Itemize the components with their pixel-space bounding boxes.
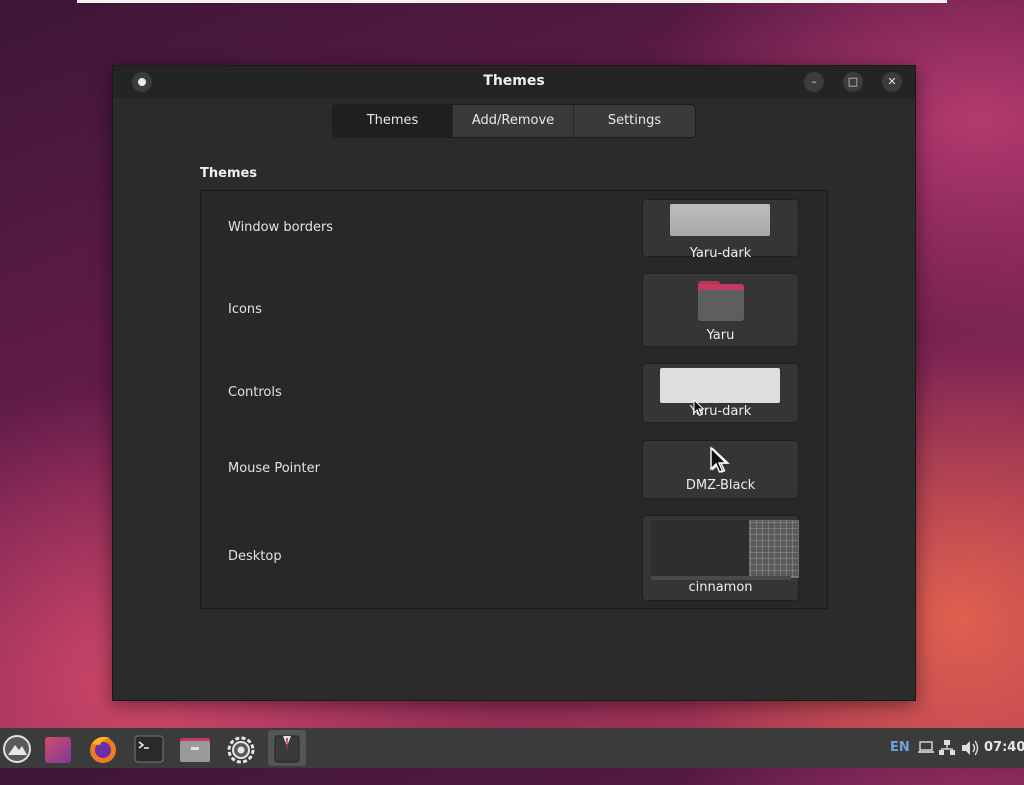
themes-app-icon: [274, 735, 300, 763]
keyboard-layout[interactable]: EN: [890, 728, 910, 768]
section-title: Themes: [200, 166, 258, 181]
small-pointer-icon: [693, 399, 705, 417]
file-manager-icon: [180, 738, 210, 762]
settings-icon: [227, 736, 255, 764]
themes-app-button[interactable]: [268, 730, 306, 766]
tab-switcher: Themes Add/Remove Settings: [332, 104, 696, 138]
minimize-button[interactable]: –: [804, 72, 824, 92]
tab-themes[interactable]: Themes: [333, 105, 453, 137]
controls-button[interactable]: Yaru-dark: [642, 363, 799, 423]
settings-button[interactable]: [222, 730, 260, 766]
terminal-icon: [134, 735, 164, 763]
tab-settings[interactable]: Settings: [574, 105, 695, 137]
row-label-mouse-pointer: Mouse Pointer: [228, 461, 320, 476]
taskbar: EN 07:40: [0, 728, 1024, 768]
maximize-icon: □: [847, 75, 859, 88]
maximize-button[interactable]: □: [843, 72, 863, 92]
themes-list: Window borders Yaru-dark Icons Yaru Cont…: [200, 190, 828, 609]
file-manager-button[interactable]: [176, 730, 214, 766]
tab-add-remove[interactable]: Add/Remove: [453, 105, 574, 137]
window-title: Themes: [483, 73, 545, 89]
network-icon[interactable]: [938, 728, 956, 768]
desktop-preview: [651, 520, 799, 580]
icons-value: Yaru: [706, 328, 735, 343]
controls-value: Yaru-dark: [689, 404, 752, 419]
row-label-window-borders: Window borders: [228, 220, 334, 235]
row-label-desktop: Desktop: [228, 549, 282, 564]
themes-window: Themes – □ ✕ Themes Add/Remove Settings …: [112, 65, 916, 701]
calendar-desklet-preview: [749, 520, 799, 578]
app-store-icon: [45, 737, 71, 763]
row-label-icons: Icons: [228, 302, 262, 317]
desktop-value: cinnamon: [688, 580, 753, 595]
mouse-pointer-value: DMZ-Black: [685, 478, 756, 493]
volume-icon[interactable]: [960, 728, 980, 768]
firefox-button[interactable]: [84, 730, 122, 766]
menu-button[interactable]: [0, 730, 38, 766]
controls-preview: [660, 368, 780, 403]
icons-button[interactable]: Yaru: [642, 273, 799, 347]
laptop-icon[interactable]: [917, 728, 935, 768]
app-store-button[interactable]: [38, 730, 76, 766]
row-label-controls: Controls: [228, 385, 282, 400]
window-borders-value: Yaru-dark: [689, 246, 752, 261]
menu-icon: [3, 735, 31, 763]
minimize-icon: –: [811, 75, 817, 88]
terminal-button[interactable]: [130, 730, 168, 766]
clock[interactable]: 07:40: [984, 728, 1024, 768]
close-button[interactable]: ✕: [882, 72, 902, 92]
window-borders-preview: [670, 204, 770, 236]
mouse-cursor-icon: [710, 446, 728, 473]
folder-icon: [698, 281, 744, 321]
desktop-button[interactable]: cinnamon: [642, 515, 799, 601]
firefox-icon: [90, 736, 116, 763]
window-borders-button[interactable]: Yaru-dark: [642, 199, 799, 261]
close-icon: ✕: [887, 75, 897, 88]
window-titlebar[interactable]: Themes – □ ✕: [113, 66, 915, 98]
top-panel-strip: [77, 0, 947, 3]
